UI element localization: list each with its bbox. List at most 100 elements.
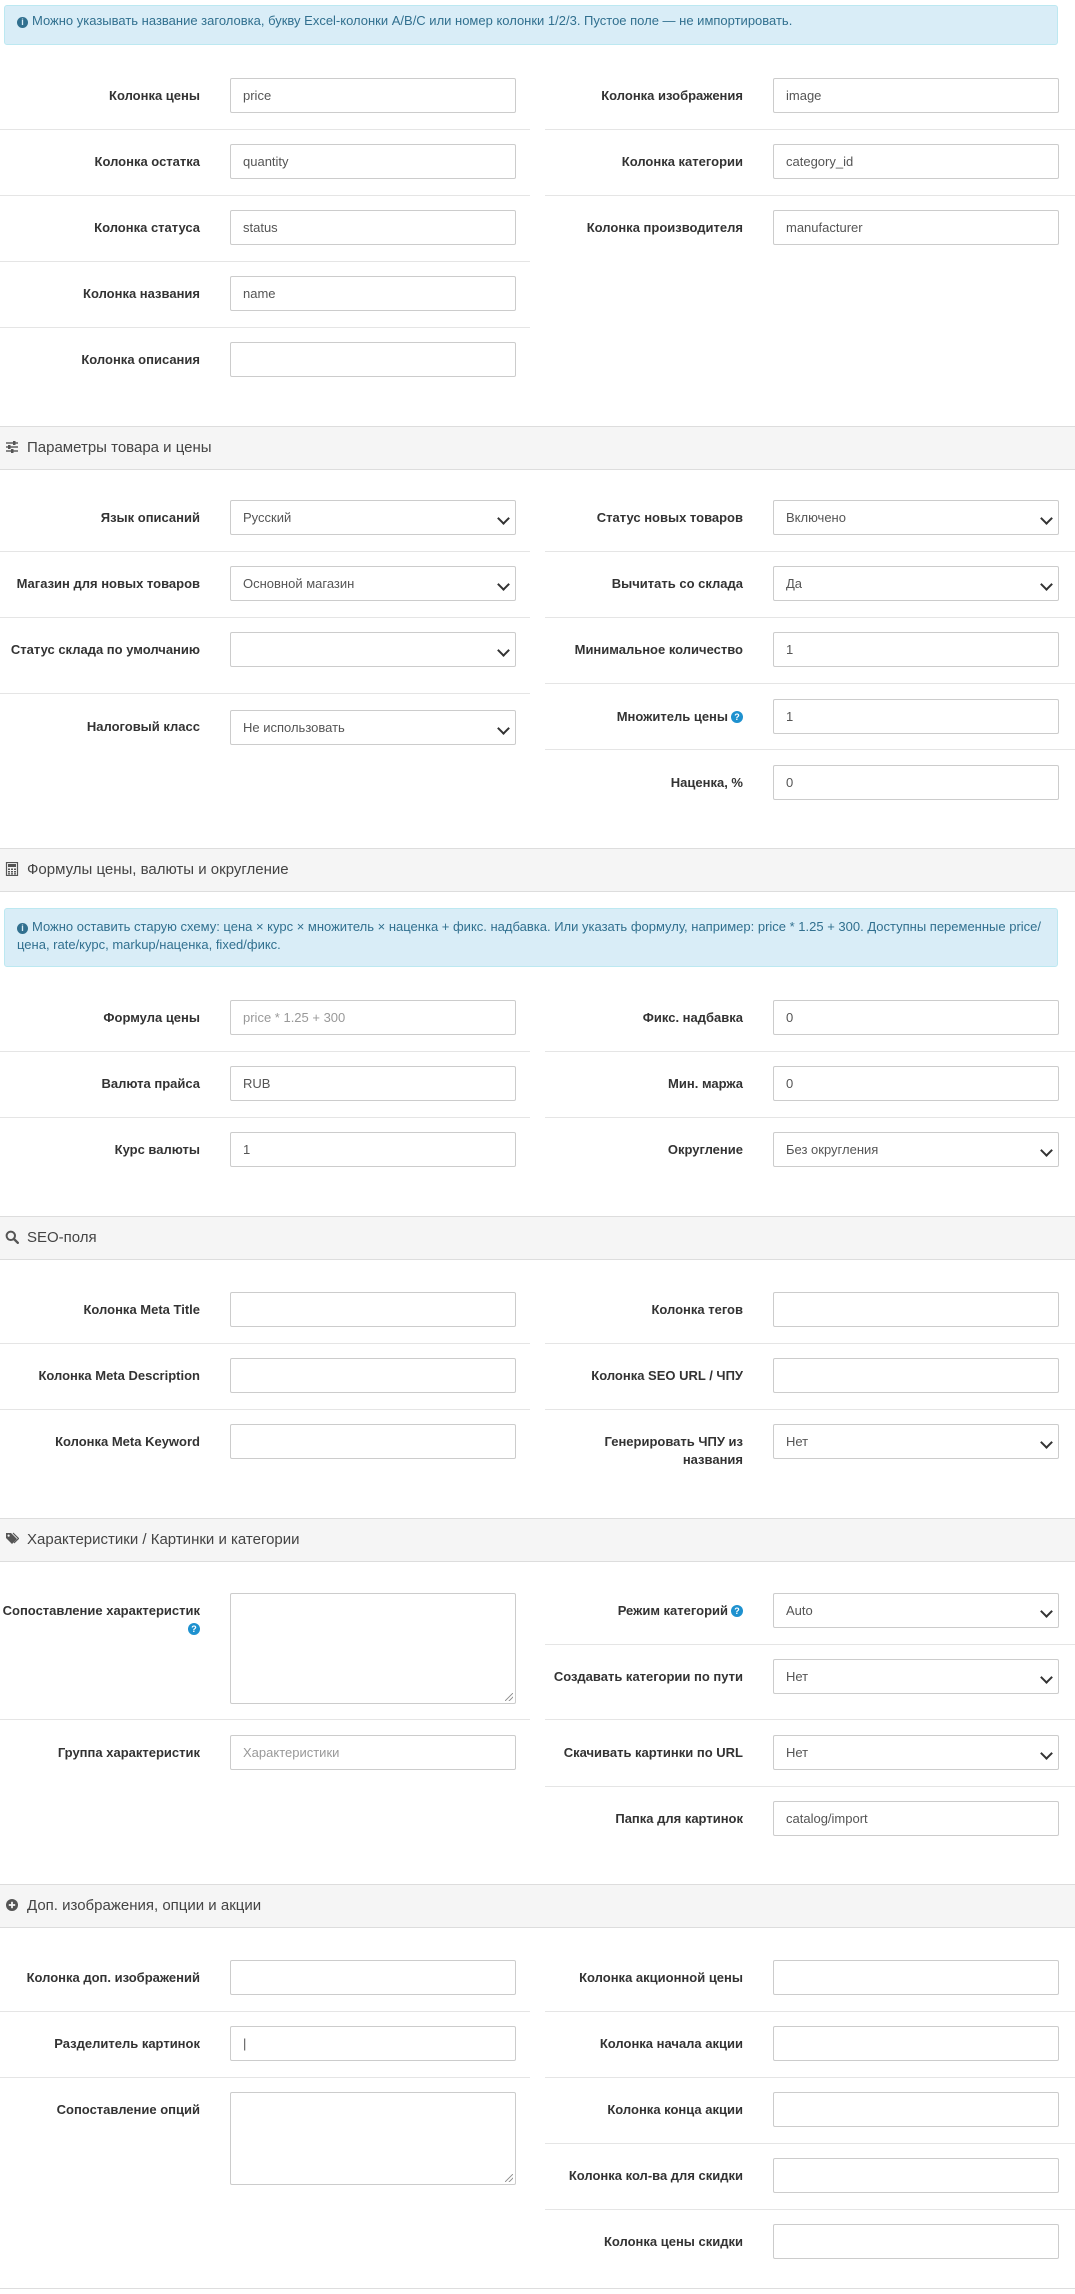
- attribute-group-label: Группа характеристик: [57, 1745, 200, 1760]
- attribute-map-label: Сопоставление характеристик?: [2, 1603, 200, 1635]
- bottom-divider: [0, 2288, 1075, 2289]
- category-mode-select[interactable]: Auto: [773, 1593, 1059, 1628]
- tags-icon: [6, 1532, 19, 1544]
- description-column-input[interactable]: [230, 342, 516, 377]
- image-column-label: Колонка изображения: [601, 88, 743, 103]
- quantity-column-label: Колонка остатка: [94, 154, 200, 169]
- min-margin-input[interactable]: 0: [773, 1066, 1059, 1101]
- row-divider: [0, 1343, 530, 1344]
- row-divider: [545, 749, 1075, 750]
- options-map-textarea[interactable]: [230, 2092, 516, 2185]
- special-end-input[interactable]: [773, 2092, 1059, 2127]
- question-circle-icon[interactable]: ?: [731, 1605, 743, 1617]
- special-start-input[interactable]: [773, 2026, 1059, 2061]
- new-product-status-select[interactable]: Включено: [773, 500, 1059, 535]
- section-title: Характеристики / Картинки и категории: [27, 1531, 300, 1548]
- image-separator-label: Разделитель картинок: [54, 2036, 200, 2051]
- info-alert: i Можно указывать название заголовка, бук…: [4, 5, 1058, 45]
- row-divider: [545, 2011, 1075, 2012]
- calculator-icon: [5, 862, 19, 876]
- formula-info-text: Можно оставить старую схему: цена × курс…: [17, 919, 1042, 952]
- meta-description-label: Колонка Meta Description: [38, 1368, 200, 1383]
- store-select[interactable]: Основной магазин: [230, 566, 516, 601]
- markup-input[interactable]: 0: [773, 765, 1059, 800]
- minimum-quantity-input[interactable]: 1: [773, 632, 1059, 667]
- info-alert-text: Можно указывать название заголовка, букв…: [32, 13, 793, 28]
- special-start-label: Колонка начала акции: [599, 2036, 743, 2051]
- chevron-down-icon: [1040, 578, 1053, 591]
- create-categories-label: Создавать категории по пути: [553, 1669, 743, 1684]
- generate-url-select[interactable]: Нет: [773, 1424, 1059, 1459]
- create-categories-select[interactable]: Нет: [773, 1659, 1059, 1694]
- tags-column-input[interactable]: [773, 1292, 1059, 1327]
- price-column-input[interactable]: price: [230, 78, 516, 113]
- discount-price-input[interactable]: [773, 2224, 1059, 2259]
- subtract-stock-label: Вычитать со склада: [611, 576, 743, 591]
- question-circle-icon[interactable]: ?: [731, 711, 743, 723]
- special-price-label: Колонка акционной цены: [579, 1970, 743, 1985]
- category-mode-label: Режим категорий?: [543, 1602, 743, 1620]
- price-multiplier-label: Множитель цены?: [543, 708, 743, 726]
- currency-label: Валюта прайса: [101, 1076, 201, 1091]
- row-divider: [0, 195, 530, 196]
- name-column-label: Колонка названия: [83, 286, 200, 301]
- extra-images-input[interactable]: [230, 1960, 516, 1995]
- price-column-label: Колонка цены: [109, 88, 200, 103]
- price-formula-label: Формула цены: [103, 1010, 200, 1025]
- fixed-markup-input[interactable]: 0: [773, 1000, 1059, 1035]
- section-title: Параметры товара и цены: [27, 439, 212, 456]
- language-select[interactable]: Русский: [230, 500, 516, 535]
- row-divider: [0, 1117, 530, 1118]
- meta-keyword-input[interactable]: [230, 1424, 516, 1459]
- formula-info-alert: i Можно оставить старую схему: цена × кур…: [4, 908, 1058, 967]
- search-icon: [5, 1230, 19, 1244]
- row-divider: [545, 683, 1075, 684]
- download-images-select[interactable]: Нет: [773, 1735, 1059, 1770]
- row-divider: [545, 129, 1075, 130]
- row-divider: [0, 129, 530, 130]
- image-column-input[interactable]: image: [773, 78, 1059, 113]
- price-formula-input[interactable]: price * 1.25 + 300: [230, 1000, 516, 1035]
- row-divider: [0, 327, 530, 328]
- stock-status-select[interactable]: [230, 632, 516, 667]
- row-divider: [545, 195, 1075, 196]
- extra-images-label: Колонка доп. изображений: [26, 1970, 200, 1985]
- status-column-input[interactable]: status: [230, 210, 516, 245]
- currency-rate-input[interactable]: 1: [230, 1132, 516, 1167]
- meta-title-input[interactable]: [230, 1292, 516, 1327]
- row-divider: [0, 1051, 530, 1052]
- new-product-status-label: Статус новых товаров: [596, 510, 743, 525]
- row-divider: [545, 1786, 1075, 1787]
- tax-class-label: Налоговый класс: [86, 719, 200, 734]
- attribute-group-input[interactable]: Характеристики: [230, 1735, 516, 1770]
- resize-handle-icon[interactable]: [505, 1693, 513, 1701]
- chevron-down-icon: [1040, 1144, 1053, 1157]
- row-divider: [545, 1117, 1075, 1118]
- name-column-input[interactable]: name: [230, 276, 516, 311]
- row-divider: [545, 551, 1075, 552]
- tags-column-label: Колонка тегов: [651, 1302, 743, 1317]
- resize-handle-icon[interactable]: [505, 2174, 513, 2182]
- subtract-stock-select[interactable]: Да: [773, 566, 1059, 601]
- rounding-select[interactable]: Без округления: [773, 1132, 1059, 1167]
- row-divider: [545, 2209, 1075, 2210]
- discount-quantity-input[interactable]: [773, 2158, 1059, 2193]
- chevron-down-icon: [1040, 1436, 1053, 1449]
- seo-url-input[interactable]: [773, 1358, 1059, 1393]
- image-folder-input[interactable]: catalog/import: [773, 1801, 1059, 1836]
- discount-price-label: Колонка цены скидки: [603, 2234, 743, 2249]
- category-column-input[interactable]: category_id: [773, 144, 1059, 179]
- chevron-down-icon: [1040, 512, 1053, 525]
- meta-description-input[interactable]: [230, 1358, 516, 1393]
- quantity-column-input[interactable]: quantity: [230, 144, 516, 179]
- manufacturer-column-input[interactable]: manufacturer: [773, 210, 1059, 245]
- image-separator-input[interactable]: |: [230, 2026, 516, 2061]
- price-multiplier-input[interactable]: 1: [773, 699, 1059, 734]
- currency-input[interactable]: RUB: [230, 1066, 516, 1101]
- tax-class-select[interactable]: Не использовать: [230, 710, 516, 745]
- info-circle-icon: i: [17, 17, 28, 28]
- attribute-map-textarea[interactable]: [230, 1593, 516, 1704]
- special-price-input[interactable]: [773, 1960, 1059, 1995]
- question-circle-icon[interactable]: ?: [188, 1623, 200, 1635]
- chevron-down-icon: [1040, 1747, 1053, 1760]
